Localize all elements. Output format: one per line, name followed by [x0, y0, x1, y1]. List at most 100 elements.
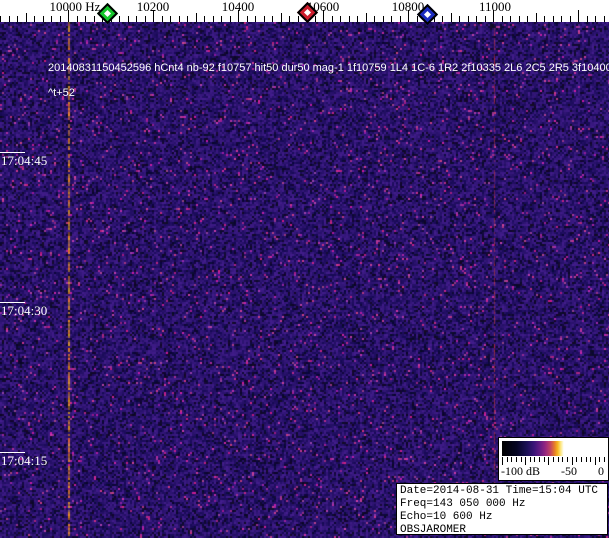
time-label: 17:04:45 [0, 153, 47, 168]
frequency-ruler: 10000 Hz 10200 10400 10600 10800 11000 [0, 0, 609, 22]
db-tick [553, 457, 554, 462]
detection-text: 20140831150452596 hCnt4 nb-92 f10757 hit… [48, 62, 609, 74]
freq-tick [578, 10, 579, 22]
freq-tick [153, 10, 154, 22]
db-tick [530, 457, 531, 462]
db-scale-labels: -100 dB -50 0 [499, 464, 608, 479]
freq-tick [357, 16, 358, 22]
freq-tick [162, 16, 163, 22]
freq-tick [298, 16, 299, 22]
db-tick [581, 457, 582, 462]
freq-tick [272, 16, 273, 22]
db-tick [604, 457, 605, 462]
freq-tick [476, 16, 477, 22]
info-station: OBSJAROMER [400, 524, 607, 535]
freq-tick [561, 16, 562, 22]
freq-tick [340, 16, 341, 22]
time-offset-label: ^t+52 [48, 87, 75, 99]
freq-tick [204, 16, 205, 22]
freq-tick [544, 16, 545, 22]
freq-tick [451, 13, 452, 22]
freq-tick [281, 13, 282, 22]
db-color-scale: -100 dB -50 0 [498, 437, 609, 481]
freq-tick [128, 16, 129, 22]
freq-tick [196, 13, 197, 22]
freq-tick-label: 10000 Hz [50, 0, 101, 14]
freq-tick [77, 16, 78, 22]
freq-tick [221, 16, 222, 22]
time-label: 17:04:15 [0, 453, 47, 468]
freq-tick [238, 10, 239, 22]
db-tick [567, 457, 568, 462]
green-marker-core [104, 10, 111, 17]
freq-tick [145, 16, 146, 22]
freq-tick [519, 16, 520, 22]
freq-tick [502, 16, 503, 22]
db-tick [576, 457, 577, 462]
freq-tick [485, 16, 486, 22]
info-echo: Echo=10 600 Hz [400, 511, 607, 524]
freq-tick [85, 16, 86, 22]
freq-tick [34, 16, 35, 22]
db-tick [558, 457, 559, 462]
db-label-max: 0 [598, 464, 604, 479]
info-frequency: Freq=143 050 000 Hz [400, 498, 607, 511]
freq-tick [94, 16, 95, 22]
freq-tick [230, 16, 231, 22]
freq-tick [179, 16, 180, 22]
time-axis-entry: 17:04:30 [0, 302, 47, 318]
freq-tick [536, 13, 537, 22]
freq-tick [26, 13, 27, 22]
freq-tick [604, 16, 605, 22]
freq-tick [493, 10, 494, 22]
freq-tick [383, 16, 384, 22]
db-tick [599, 457, 600, 462]
freq-tick [391, 16, 392, 22]
freq-tick [468, 16, 469, 22]
freq-tick [595, 16, 596, 22]
freq-tick [187, 16, 188, 22]
db-gradient-bar [502, 441, 605, 456]
freq-tick-label: 11000 [479, 0, 511, 14]
db-tick [539, 457, 540, 462]
red-marker-core [304, 9, 311, 16]
freq-tick [43, 16, 44, 22]
freq-tick [323, 10, 324, 22]
freq-tick [0, 16, 1, 22]
time-axis-entry: 17:04:45 [0, 152, 47, 168]
freq-tick [247, 16, 248, 22]
time-label: 17:04:30 [0, 303, 47, 318]
db-tick [516, 457, 517, 462]
freq-tick [315, 16, 316, 22]
freq-tick [60, 16, 61, 22]
freq-tick [408, 10, 409, 22]
freq-tick [553, 16, 554, 22]
db-label-min: -100 dB [501, 464, 540, 479]
status-info-box: Date=2014-08-31 Time=15:04 UTC Freq=143 … [396, 483, 608, 535]
freq-tick [255, 16, 256, 22]
freq-tick [332, 16, 333, 22]
freq-tick [459, 16, 460, 22]
spectrogram-window: 10000 Hz 10200 10400 10600 10800 11000 201408… [0, 0, 609, 538]
db-tick [544, 457, 545, 462]
freq-tick [119, 16, 120, 22]
freq-tick [527, 16, 528, 22]
db-tick [586, 457, 587, 462]
freq-tick [51, 16, 52, 22]
freq-tick [264, 16, 265, 22]
freq-tick [417, 16, 418, 22]
db-tick [534, 457, 535, 462]
freq-tick [68, 10, 69, 22]
freq-tick [442, 16, 443, 22]
freq-tick [289, 16, 290, 22]
freq-tick [136, 16, 137, 22]
freq-tick [349, 16, 350, 22]
db-tick [562, 457, 563, 462]
freq-tick [17, 16, 18, 22]
freq-tick [366, 13, 367, 22]
db-label-mid: -50 [561, 464, 577, 479]
freq-tick [9, 16, 10, 22]
info-date-time: Date=2014-08-31 Time=15:04 UTC [400, 485, 607, 498]
freq-tick [374, 16, 375, 22]
db-tick [590, 457, 591, 462]
